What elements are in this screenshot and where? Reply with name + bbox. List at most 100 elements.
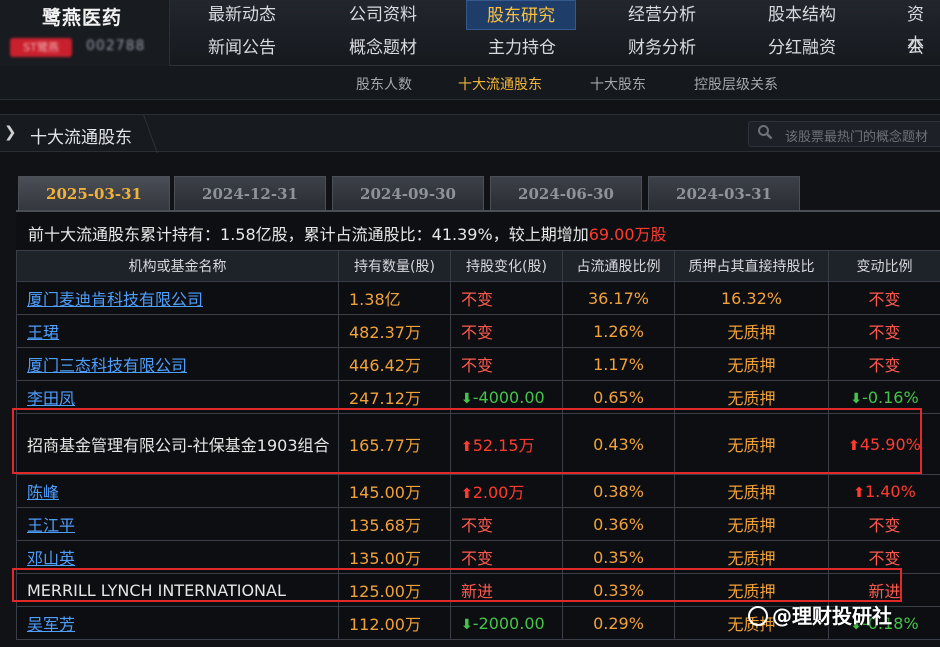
cell-change: 不变 xyxy=(450,507,563,541)
cell-change-value: 不变 xyxy=(461,290,494,309)
header-change-ratio: 变动比例 xyxy=(828,250,940,282)
header-float-ratio: 占流通股比例 xyxy=(562,250,675,282)
nav-equity-structure[interactable]: 股本结构 xyxy=(768,0,836,30)
arrow-down-icon: ⬇ xyxy=(461,390,473,407)
holding-summary: 前十大流通股东累计持有：1.58亿股，累计占流通股比：41.39%，较上期增加6… xyxy=(16,210,940,250)
nav-company[interactable]: 公司 xyxy=(907,33,940,88)
nav-shareholder-research[interactable]: 股东研究 xyxy=(466,0,576,30)
cell-change-ratio-value: 不变 xyxy=(868,356,901,375)
table-row: 厦门麦迪肯科技有限公司 1.38亿 不变 36.17% 16.32% 不变 xyxy=(16,281,940,315)
cell-change-value: 不变 xyxy=(461,356,494,375)
nav-main-holdings[interactable]: 主力持仓 xyxy=(488,33,556,63)
summary-hold-value: 1.58亿股 xyxy=(220,225,288,244)
summary-label-hold: 前十大流通股东累计持有： xyxy=(28,225,221,244)
cell-change-ratio-value: 不变 xyxy=(868,290,901,309)
nav-operation-analysis[interactable]: 经营分析 xyxy=(628,0,696,30)
cell-pledge: 无质押 xyxy=(674,314,829,348)
chevron-right-icon: ❯ xyxy=(4,123,17,141)
table-row: 陈峰 145.00万 ⬆2.00万 0.38% 无质押 ⬆1.40% xyxy=(16,474,940,508)
shareholder-link[interactable]: 陈峰 xyxy=(27,483,59,502)
stock-code-badge: ST鹭燕 xyxy=(10,38,72,57)
cell-amount: 145.00万 xyxy=(338,474,451,508)
table-header-row: 机构或基金名称 持有数量(股) 持股变化(股) 占流通股比例 质押占其直接持股比… xyxy=(16,250,940,282)
cell-float-ratio: 0.36% xyxy=(562,507,675,541)
summary-label-ratio: ，累计占流通股比： xyxy=(287,225,432,244)
subnav-shareholder-count[interactable]: 股东人数 xyxy=(356,74,412,94)
cell-float-ratio: 0.29% xyxy=(562,606,675,640)
cell-change: ⬇-2000.00 xyxy=(450,606,563,640)
subnav-holding-structure[interactable]: 控股层级关系 xyxy=(694,74,778,94)
search-placeholder: 该股票最热门的概念题材 xyxy=(785,130,929,145)
cell-change-value: 不变 xyxy=(461,516,494,535)
cell-name: 吴军芳 xyxy=(16,606,339,640)
cell-name: 王江平 xyxy=(16,507,339,541)
cell-change-ratio-value: 不变 xyxy=(868,549,901,568)
stock-brand: 鹭燕医药 ST鹭燕 002788 xyxy=(0,0,170,66)
cell-change-value: -2000.00 xyxy=(472,613,545,633)
nav-dividend[interactable]: 分红融资 xyxy=(768,33,836,63)
nav-latest[interactable]: 最新动态 xyxy=(208,0,276,30)
cell-change: 不变 xyxy=(450,347,563,381)
header-pledge-ratio: 质押占其直接持股比 xyxy=(674,250,829,282)
concept-search-input[interactable]: 该股票最热门的概念题材 xyxy=(748,121,940,147)
watermark-text: @理财投研社 xyxy=(772,604,892,628)
table-row: 厦门三态科技有限公司 446.42万 不变 1.17% 无质押 不变 xyxy=(16,347,940,381)
summary-ratio-value: 41.39% xyxy=(431,225,493,244)
summary-label-increase: ，较上期增加 xyxy=(492,225,589,244)
cell-amount: 1.38亿 xyxy=(338,281,451,315)
arrow-up-icon: ⬆ xyxy=(853,484,865,501)
cell-float-ratio: 1.26% xyxy=(562,314,675,348)
date-tab-2025-03-31[interactable]: 2025-03-31 xyxy=(18,176,170,210)
cell-amount: 135.68万 xyxy=(338,507,451,541)
date-tab-2024-03-31[interactable]: 2024-03-31 xyxy=(648,176,800,210)
cell-name: 厦门三态科技有限公司 xyxy=(16,347,339,381)
cell-change-value: 不变 xyxy=(461,323,494,342)
shareholder-link[interactable]: 厦门三态科技有限公司 xyxy=(27,356,187,375)
highlight-box xyxy=(12,568,902,602)
section-tab-edge xyxy=(143,115,169,153)
date-tab-2024-12-31[interactable]: 2024-12-31 xyxy=(174,176,326,210)
cell-change-ratio: 不变 xyxy=(828,314,940,348)
cell-change: 不变 xyxy=(450,314,563,348)
date-tab-2024-09-30[interactable]: 2024-09-30 xyxy=(332,176,484,210)
table-row: 王珺 482.37万 不变 1.26% 无质押 不变 xyxy=(16,314,940,348)
cell-change-ratio-value: 不变 xyxy=(868,323,901,342)
arrow-down-icon: ⬇ xyxy=(461,616,473,633)
header-name: 机构或基金名称 xyxy=(16,250,339,282)
nav-concepts[interactable]: 概念题材 xyxy=(349,33,417,63)
search-icon xyxy=(758,125,773,140)
cell-pledge: 无质押 xyxy=(674,347,829,381)
section-header: ❯ 十大流通股东 该股票最热门的概念题材 xyxy=(0,114,940,153)
stock-name: 鹭燕医药 xyxy=(42,7,123,29)
cell-change: 不变 xyxy=(450,281,563,315)
cell-change-ratio-value: 不变 xyxy=(868,516,901,535)
shareholder-link[interactable]: 王珺 xyxy=(27,323,59,342)
nav-news[interactable]: 新闻公告 xyxy=(208,33,276,63)
cell-amount: 482.37万 xyxy=(338,314,451,348)
shareholder-link[interactable]: 邓山英 xyxy=(27,549,75,568)
top-navigation: 鹭燕医药 ST鹭燕 002788 最新动态 公司资料 股东研究 经营分析 股本结… xyxy=(0,0,940,88)
shareholder-link[interactable]: 吴军芳 xyxy=(27,615,75,634)
cell-change-ratio-value: -0.16% xyxy=(862,387,919,407)
cell-pledge: 无质押 xyxy=(674,474,829,508)
shareholder-link[interactable]: 王江平 xyxy=(27,516,75,535)
date-tab-2024-06-30[interactable]: 2024-06-30 xyxy=(490,176,642,210)
cell-change-value: 不变 xyxy=(461,549,494,568)
cell-name: 厦门麦迪肯科技有限公司 xyxy=(16,281,339,315)
shareholder-link[interactable]: 厦门麦迪肯科技有限公司 xyxy=(27,290,203,309)
subnav-top10[interactable]: 十大股东 xyxy=(590,74,646,94)
arrow-up-icon: ⬆ xyxy=(461,486,473,502)
cell-change-value: 2.00万 xyxy=(472,483,525,502)
cell-pledge: 无质押 xyxy=(674,507,829,541)
shareholder-link[interactable]: 李田凤 xyxy=(27,389,75,408)
cell-float-ratio: 36.17% xyxy=(562,281,675,315)
nav-company-info[interactable]: 公司资料 xyxy=(349,0,417,30)
nav-financial-analysis[interactable]: 财务分析 xyxy=(628,33,696,63)
cell-pledge: 16.32% xyxy=(674,281,829,315)
watermark: @理财投研社 xyxy=(748,600,892,629)
cell-change-ratio: 不变 xyxy=(828,507,940,541)
subnav-top10-float[interactable]: 十大流通股东 xyxy=(458,74,542,94)
table-row: 王江平 135.68万 不变 0.36% 无质押 不变 xyxy=(16,507,940,541)
cell-change-ratio-value: 1.40% xyxy=(864,481,916,501)
nav-capital[interactable]: 资本 xyxy=(907,0,940,55)
